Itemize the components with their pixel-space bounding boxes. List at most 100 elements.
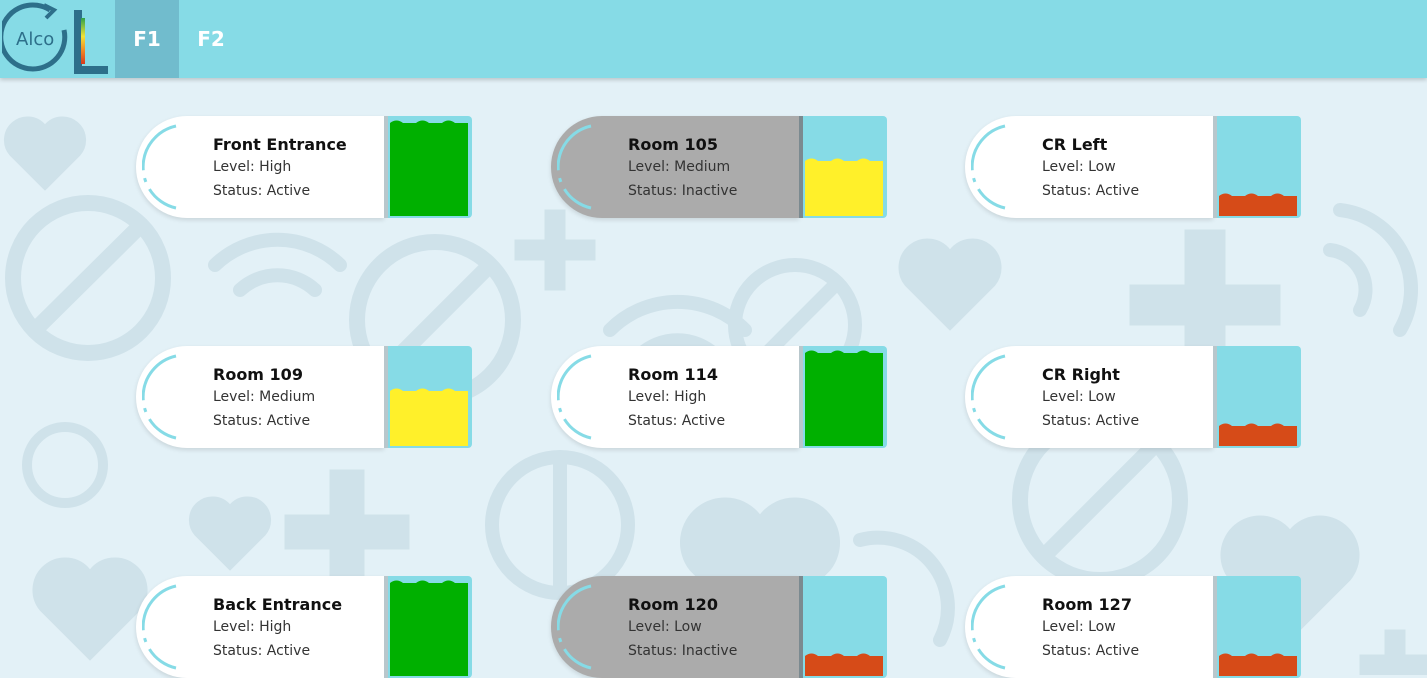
dispenser-name: CR Right bbox=[1042, 365, 1120, 384]
level-gauge bbox=[799, 116, 887, 218]
dispenser-level: Level: High bbox=[628, 389, 707, 405]
card-body: Room 120 Level: Low Status: Inactive bbox=[551, 576, 799, 678]
dispenser-name: Room 105 bbox=[628, 135, 718, 154]
liquid-wave-icon bbox=[390, 120, 468, 128]
dispenser-card-front-entrance[interactable]: Front Entrance Level: High Status: Activ… bbox=[136, 116, 472, 218]
card-body: Room 114 Level: High Status: Active bbox=[551, 346, 799, 448]
dispenser-arc-icon bbox=[142, 584, 177, 670]
dispenser-name: Room 109 bbox=[213, 365, 303, 384]
card-body: CR Left Level: Low Status: Active bbox=[965, 116, 1213, 218]
level-gauge-fill bbox=[1219, 653, 1297, 676]
liquid-wave-icon bbox=[390, 388, 468, 396]
level-gauge bbox=[1213, 116, 1301, 218]
liquid-wave-icon bbox=[390, 580, 468, 588]
liquid-wave-icon bbox=[1219, 423, 1297, 431]
level-gauge-fill bbox=[390, 388, 468, 446]
dispenser-arc-icon bbox=[971, 124, 1006, 210]
dispenser-status: Status: Active bbox=[628, 413, 726, 429]
card-body: CR Right Level: Low Status: Active bbox=[965, 346, 1213, 448]
dispenser-arc-icon bbox=[557, 354, 592, 440]
gauge-divider bbox=[1213, 116, 1217, 218]
tab-f1[interactable]: F1 bbox=[115, 0, 179, 78]
dispenser-status: Status: Active bbox=[1042, 413, 1140, 429]
dispenser-name: Back Entrance bbox=[213, 595, 343, 614]
tab-f2[interactable]: F2 bbox=[179, 0, 243, 78]
dispenser-arc-icon bbox=[557, 584, 592, 670]
background-pattern bbox=[3, 116, 1427, 675]
dispenser-card-cr-left[interactable]: CR Left Level: Low Status: Active bbox=[965, 116, 1301, 218]
dispenser-status: Status: Inactive bbox=[628, 643, 738, 659]
dispenser-level: Level: Low bbox=[1042, 389, 1116, 405]
medical-cross-icon bbox=[514, 209, 596, 291]
dispenser-arc-icon bbox=[142, 354, 177, 440]
wifi-icon bbox=[208, 232, 347, 297]
dispenser-name: Room 114 bbox=[628, 365, 718, 384]
dispenser-card-room-114[interactable]: Room 114 Level: High Status: Active bbox=[551, 346, 887, 448]
dispenser-card-room-105[interactable]: Room 105 Level: Medium Status: Inactive bbox=[551, 116, 887, 218]
level-gauge bbox=[384, 116, 472, 218]
level-gauge bbox=[1213, 346, 1301, 448]
dispenser-level: Level: High bbox=[213, 619, 292, 635]
dispenser-card-room-127[interactable]: Room 127 Level: Low Status: Active bbox=[965, 576, 1301, 678]
liquid-wave-icon bbox=[1219, 653, 1297, 661]
dispenser-status: Status: Active bbox=[1042, 643, 1140, 659]
virus-icon bbox=[5, 195, 171, 361]
gauge-divider bbox=[1213, 576, 1217, 678]
dispenser-card-back-entrance[interactable]: Back Entrance Level: High Status: Active bbox=[136, 576, 472, 678]
card-body: Room 105 Level: Medium Status: Inactive bbox=[551, 116, 799, 218]
card-body: Front Entrance Level: High Status: Activ… bbox=[136, 116, 384, 218]
dispenser-level: Level: High bbox=[213, 159, 292, 175]
alcol-logo: Alco bbox=[0, 2, 114, 76]
level-gauge bbox=[799, 346, 887, 448]
dispenser-card-room-109[interactable]: Room 109 Level: Medium Status: Active bbox=[136, 346, 472, 448]
dispenser-status: Status: Active bbox=[213, 643, 311, 659]
level-gauge bbox=[1213, 576, 1301, 678]
card-body: Room 109 Level: Medium Status: Active bbox=[136, 346, 384, 448]
dispenser-level: Level: Low bbox=[1042, 159, 1116, 175]
level-gauge-fill bbox=[1219, 423, 1297, 446]
heart-icon bbox=[3, 116, 87, 191]
dispenser-status: Status: Active bbox=[1042, 183, 1140, 199]
virus-icon bbox=[485, 450, 635, 600]
heart-icon bbox=[898, 238, 1002, 331]
dispenser-name: Room 120 bbox=[628, 595, 718, 614]
wifi-icon bbox=[1323, 203, 1419, 337]
dispenser-name: CR Left bbox=[1042, 135, 1108, 154]
gauge-divider bbox=[384, 116, 388, 218]
dispenser-level: Level: Low bbox=[1042, 619, 1116, 635]
level-gauge-fill bbox=[805, 158, 883, 216]
dispenser-level: Level: Medium bbox=[628, 159, 731, 175]
gauge-divider bbox=[799, 576, 803, 678]
dispenser-card-room-120[interactable]: Room 120 Level: Low Status: Inactive bbox=[551, 576, 887, 678]
liquid-wave-icon bbox=[805, 158, 883, 166]
card-body: Back Entrance Level: High Status: Active bbox=[136, 576, 384, 678]
heart-icon bbox=[188, 496, 272, 571]
level-gauge-fill bbox=[1219, 193, 1297, 216]
dispenser-card-cr-right[interactable]: CR Right Level: Low Status: Active bbox=[965, 346, 1301, 448]
heart-icon bbox=[32, 557, 148, 661]
dispenser-arc-icon bbox=[971, 354, 1006, 440]
logo-text: Alco bbox=[16, 29, 55, 50]
top-navbar: Alco F1 F2 bbox=[0, 0, 1427, 78]
level-gauge-fill bbox=[805, 653, 883, 676]
dispenser-arc-icon bbox=[971, 584, 1006, 670]
level-gauge bbox=[384, 576, 472, 678]
level-gauge-fill bbox=[390, 120, 468, 216]
gauge-divider bbox=[799, 346, 803, 448]
gauge-divider bbox=[384, 346, 388, 448]
dispenser-name: Room 127 bbox=[1042, 595, 1132, 614]
liquid-wave-icon bbox=[805, 350, 883, 358]
dispenser-arc-icon bbox=[142, 124, 177, 210]
level-gauge-fill bbox=[390, 580, 468, 676]
level-gauge bbox=[799, 576, 887, 678]
dispenser-name: Front Entrance bbox=[213, 135, 347, 154]
virus-icon bbox=[22, 422, 108, 508]
card-body: Room 127 Level: Low Status: Active bbox=[965, 576, 1213, 678]
gauge-divider bbox=[384, 576, 388, 678]
dispenser-level: Level: Medium bbox=[213, 389, 316, 405]
liquid-wave-icon bbox=[805, 653, 883, 661]
gauge-divider bbox=[1213, 346, 1217, 448]
dispenser-status: Status: Active bbox=[213, 183, 311, 199]
dispenser-level: Level: Low bbox=[628, 619, 702, 635]
dispenser-status: Status: Active bbox=[213, 413, 311, 429]
